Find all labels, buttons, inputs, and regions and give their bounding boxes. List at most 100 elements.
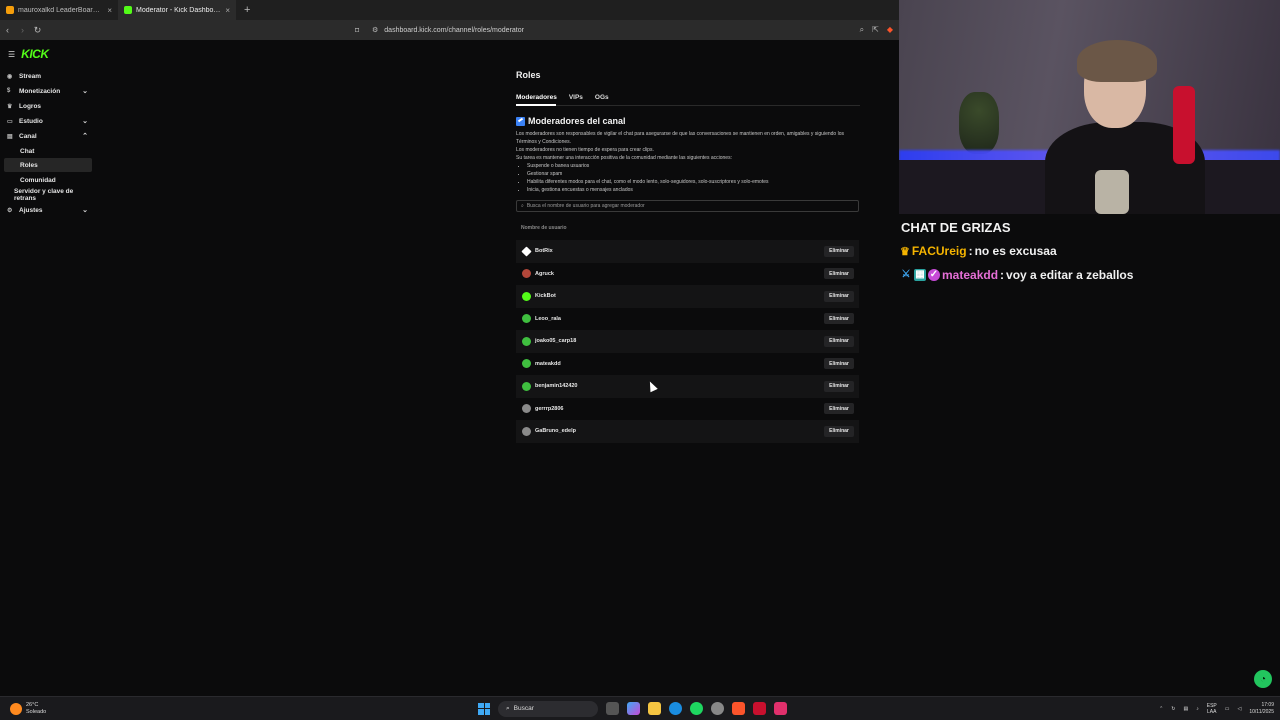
- kick-favicon-icon: [124, 6, 132, 14]
- address-bar: ‹ › ↻ ⌑ ⚙ dashboard.kick.com/channel/rol…: [0, 20, 899, 40]
- site-info-icon[interactable]: ⚙: [372, 26, 378, 34]
- page-title: Roles: [516, 70, 541, 80]
- volume-icon[interactable]: ◁: [1237, 706, 1241, 712]
- sidebar-item-label: Chat: [20, 147, 35, 155]
- sidebar-item-ajustes[interactable]: ⚙ Ajustes ⌄: [4, 203, 92, 217]
- roles-panel: Roles Moderadores VIPs OGs Moderadores d…: [516, 70, 860, 443]
- webcam-streamer-hair: [1077, 40, 1157, 82]
- network-icon[interactable]: ▤: [1184, 706, 1189, 712]
- taskbar-search[interactable]: ⌕ Buscar: [498, 700, 598, 717]
- tab-ogs[interactable]: OGs: [595, 94, 609, 101]
- remove-button[interactable]: Eliminar: [824, 335, 854, 347]
- edge-icon[interactable]: [669, 702, 682, 715]
- table-row: Leoo_rala Eliminar: [516, 308, 859, 331]
- copilot-icon[interactable]: [627, 702, 640, 715]
- chevron-up-icon[interactable]: ⌃: [1159, 706, 1163, 712]
- search-icon: ⌕: [506, 704, 510, 712]
- close-tab-icon[interactable]: ×: [225, 6, 230, 15]
- sun-icon: [10, 702, 22, 715]
- sidebar-item-servidor[interactable]: Servidor y clave de retrans: [4, 188, 92, 202]
- sidebar-item-canal[interactable]: ▤ Canal ⌃: [4, 129, 92, 143]
- clock[interactable]: 17:09 10/11/2025: [1249, 702, 1274, 716]
- remove-button[interactable]: Eliminar: [824, 380, 854, 392]
- sidebar-item-label: Logros: [19, 102, 42, 110]
- remove-button[interactable]: Eliminar: [824, 358, 854, 370]
- brave-shield-icon[interactable]: ◆: [887, 25, 893, 35]
- remove-button[interactable]: Eliminar: [824, 245, 854, 257]
- chrome-icon[interactable]: [711, 702, 724, 715]
- description-line: Los moderadores son responsables de vigi…: [516, 131, 844, 145]
- list-item: Inicia, gestiona encuestas o mensajes an…: [527, 186, 860, 194]
- tab-vips[interactable]: VIPs: [569, 94, 583, 101]
- file-explorer-icon[interactable]: [648, 702, 661, 715]
- sidebar-item-stream[interactable]: ◉ Stream: [4, 69, 92, 83]
- taskbar-apps: ⌕ Buscar: [478, 700, 787, 717]
- table-row: Agruck Eliminar: [516, 263, 859, 286]
- moderator-sword-icon: [516, 116, 525, 126]
- task-view-icon[interactable]: [606, 702, 619, 715]
- remove-button[interactable]: Eliminar: [824, 403, 854, 415]
- active-tab-underline: [516, 104, 556, 106]
- forward-icon[interactable]: ›: [15, 25, 30, 35]
- search-input[interactable]: [526, 203, 827, 209]
- reload-icon[interactable]: ↻: [30, 25, 45, 36]
- channel-icon: ▤: [7, 133, 13, 140]
- verified-badge-icon: ✓: [928, 269, 940, 281]
- chat-text: voy a editar a zeballos: [1006, 268, 1134, 282]
- subscriber-badge-icon: ▦: [914, 269, 926, 281]
- remove-button[interactable]: Eliminar: [824, 425, 854, 437]
- avatar: [522, 269, 531, 279]
- bookmark-icon[interactable]: ⌑: [355, 26, 359, 35]
- spotify-icon[interactable]: [690, 702, 703, 715]
- sidebar-item-comunidad[interactable]: Comunidad: [4, 173, 92, 187]
- gear-icon: ⚙: [7, 207, 13, 214]
- browser-tab-leaderboard[interactable]: mauroxalkd LeaderBoard | The best G ×: [0, 0, 118, 20]
- share-icon[interactable]: ⇱: [872, 25, 879, 35]
- studio-icon: ▭: [7, 118, 13, 125]
- windows-start-icon[interactable]: [478, 702, 490, 715]
- menu-icon[interactable]: ☰: [8, 50, 15, 59]
- description-line: Los moderadores no tienen tiempo de espe…: [516, 147, 654, 153]
- screen: mauroxalkd LeaderBoard | The best G × Mo…: [0, 0, 1280, 720]
- sidebar-item-estudio[interactable]: ▭ Estudio ⌄: [4, 114, 92, 128]
- remove-button[interactable]: Eliminar: [824, 268, 854, 280]
- tab-title: mauroxalkd LeaderBoard | The best G: [18, 6, 103, 14]
- sync-icon[interactable]: ↻: [1171, 706, 1175, 712]
- list-item: Gestionar spam: [527, 170, 860, 178]
- tab-title: Moderator - Kick Dashboard: [136, 6, 222, 14]
- chat-separator: :: [1000, 268, 1005, 282]
- tab-moderadores[interactable]: Moderadores: [516, 94, 557, 101]
- brave-icon[interactable]: [732, 702, 745, 715]
- close-tab-icon[interactable]: ×: [107, 6, 112, 15]
- moderator-name: GaBruno_edelp: [535, 428, 576, 435]
- description-line: Su tarea es mantener una interacción pos…: [516, 155, 732, 161]
- sidebar-item-logros[interactable]: ♛ Logros: [4, 99, 92, 113]
- section-heading: Moderadores del canal: [516, 116, 860, 126]
- back-icon[interactable]: ‹: [0, 25, 15, 35]
- sidebar-item-chat[interactable]: Chat: [4, 144, 92, 158]
- sidebar-item-roles[interactable]: Roles: [4, 158, 92, 172]
- tiktok-icon[interactable]: [774, 702, 787, 715]
- monitor-icon[interactable]: ▭: [1225, 706, 1230, 712]
- avatar: [522, 314, 531, 324]
- sidebar-brand: ☰ KICK: [8, 47, 49, 61]
- url-field[interactable]: ⚙ dashboard.kick.com/channel/roles/moder…: [372, 26, 524, 35]
- section-title: Moderadores del canal: [528, 116, 626, 126]
- moderator-name: gerrrp2806: [535, 405, 564, 412]
- kick-logo[interactable]: KICK: [21, 47, 49, 61]
- remove-button[interactable]: Eliminar: [824, 313, 854, 325]
- language-indicator[interactable]: ESP LAA: [1207, 703, 1217, 715]
- remove-button[interactable]: Eliminar: [824, 290, 854, 302]
- browser-tab-moderator[interactable]: Moderator - Kick Dashboard ×: [118, 0, 236, 20]
- moderator-name: KickBot: [535, 293, 556, 300]
- chevron-down-icon: ⌄: [82, 118, 88, 125]
- help-chat-icon[interactable]: ◔: [1254, 670, 1272, 688]
- weather-widget[interactable]: 26°C Soleado: [10, 702, 46, 716]
- sidebar-item-label: Estudio: [19, 117, 43, 125]
- sidebar-item-monetizacion[interactable]: $ Monetización ⌄: [4, 84, 92, 98]
- mic-icon[interactable]: ♪: [1196, 706, 1199, 712]
- zoom-search-icon[interactable]: ⌕: [860, 25, 864, 35]
- streaming-app-icon[interactable]: [753, 702, 766, 715]
- new-tab-button[interactable]: +: [236, 4, 258, 16]
- moderator-name: Agruck: [535, 270, 554, 277]
